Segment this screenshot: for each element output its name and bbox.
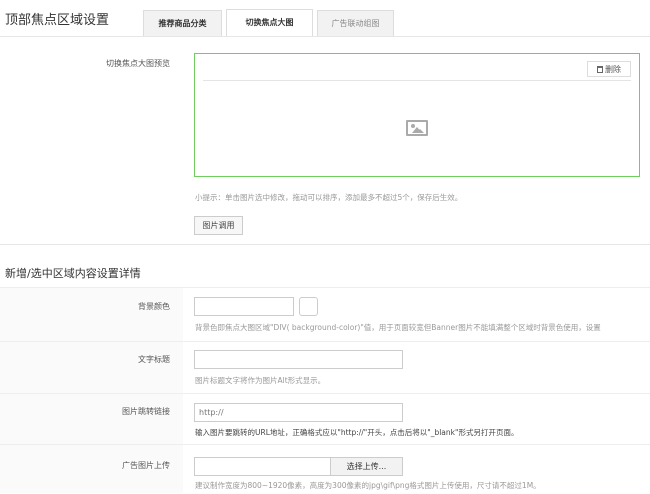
- bg-color-hint: 背景色即焦点大图区域"DIV( background-color)"值，用于页面…: [195, 323, 601, 332]
- tab-ad-linked-group[interactable]: 广告联动组图: [317, 10, 394, 36]
- link-hint: 输入图片要跳转的URL地址，正确格式应以"http://"开头，点击后将以"_b…: [195, 428, 519, 437]
- upload-file-field[interactable]: [194, 457, 331, 476]
- section-divider: [0, 244, 650, 245]
- tab-bar: 推荐商品分类 切换焦点大图 广告联动组图: [143, 9, 394, 37]
- tab-focus-slides[interactable]: 切换焦点大图: [226, 9, 313, 37]
- image-placeholder-icon: [406, 120, 428, 136]
- bg-color-label: 背景颜色: [138, 302, 170, 311]
- trash-icon: [597, 65, 603, 73]
- row-divider: [0, 393, 650, 394]
- color-picker-swatch[interactable]: [299, 297, 318, 316]
- bg-color-input[interactable]: [194, 297, 294, 316]
- slide-preview-area[interactable]: 删除: [194, 53, 640, 177]
- row-divider: [0, 341, 650, 342]
- delete-button-label: 删除: [605, 64, 621, 74]
- row-divider: [0, 444, 650, 445]
- tab-recommend-category[interactable]: 推荐商品分类: [143, 10, 222, 36]
- alt-title-hint: 图片标题文字将作为图片Alt形式显示。: [195, 376, 326, 385]
- upload-label: 广告图片上传: [122, 461, 170, 470]
- preview-divider: [203, 80, 631, 81]
- preview-label: 切换焦点大图预览: [106, 59, 170, 68]
- alt-title-label: 文字标题: [138, 355, 170, 364]
- preview-tip: 小提示：单击图片选中修改，拖动可以排序，添加最多不超过5个，保存后生效。: [195, 193, 463, 202]
- page-title: 顶部焦点区域设置: [5, 13, 110, 28]
- choose-upload-button[interactable]: 选择上传...: [330, 457, 403, 476]
- upload-hint: 建议制作宽度为800~1920像素，高度为300像素的jpg\gif\png格式…: [195, 481, 541, 490]
- tab-divider: [0, 36, 650, 37]
- link-url-input[interactable]: http://: [194, 403, 403, 422]
- row-divider: [0, 287, 650, 288]
- alt-title-input[interactable]: [194, 350, 403, 369]
- delete-button[interactable]: 删除: [587, 61, 631, 77]
- image-call-button[interactable]: 图片调用: [194, 216, 243, 235]
- detail-section-title: 新增/选中区域内容设置详情: [5, 267, 141, 280]
- link-label: 图片跳转链接: [122, 407, 170, 416]
